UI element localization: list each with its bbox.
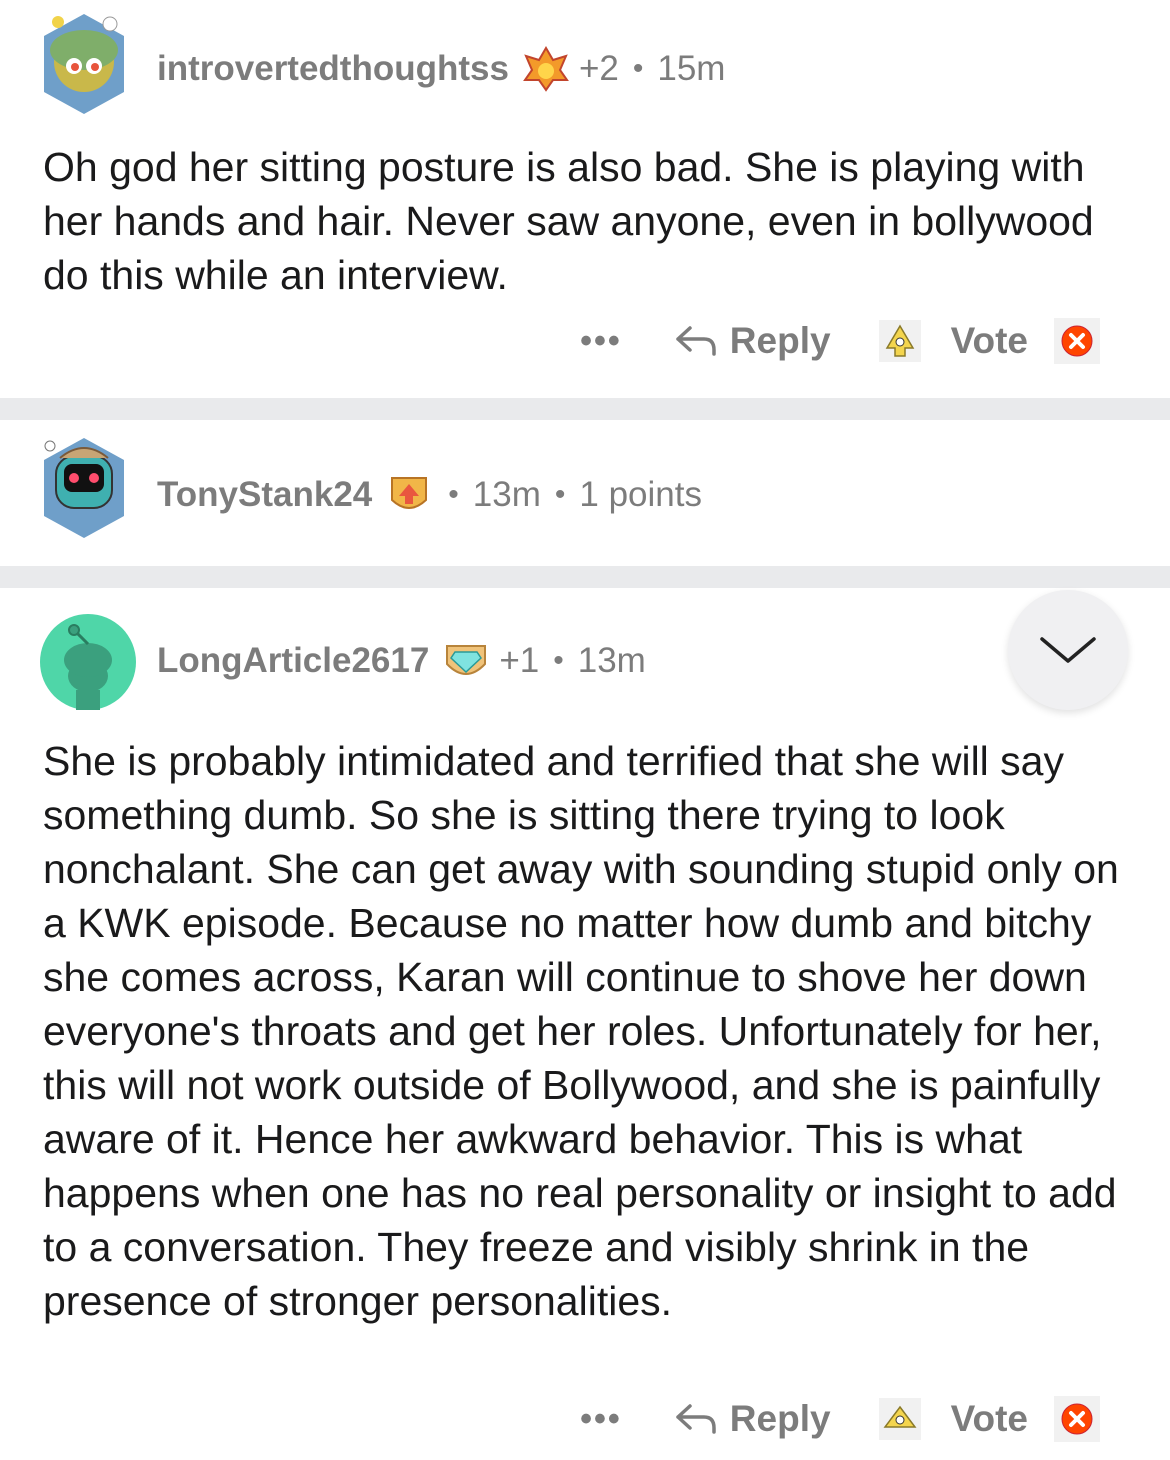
separator: • <box>553 644 564 677</box>
award-icon[interactable] <box>386 472 432 518</box>
comment-meta: TonyStank24 • 13m • 1 points <box>157 472 702 518</box>
comment-meta: introvertedthoughtss +2 • 15m <box>157 46 725 92</box>
reply-button[interactable]: Reply <box>674 1398 831 1440</box>
comment-2[interactable]: TonyStank24 • 13m • 1 points <box>0 420 1170 566</box>
reply-arrow-icon <box>676 326 716 356</box>
points: 1 points <box>579 475 702 514</box>
comment-meta: LongArticle2617 +1 • 13m <box>157 638 646 684</box>
username[interactable]: TonyStank24 <box>157 475 372 515</box>
downvote-icon[interactable] <box>1054 1396 1100 1442</box>
award-icon[interactable] <box>443 638 489 684</box>
more-options-button[interactable]: ••• <box>580 322 622 361</box>
downvote-icon[interactable] <box>1054 318 1100 364</box>
comment-divider <box>0 398 1170 420</box>
upvote-icon[interactable] <box>878 1398 921 1440</box>
vote-label: Vote <box>950 1398 1028 1439</box>
username[interactable]: introvertedthoughtss <box>157 49 509 89</box>
comment-1: introvertedthoughtss +2 • 15m Oh god her… <box>0 0 1170 398</box>
award-icon[interactable] <box>523 46 569 92</box>
user-avatar[interactable] <box>40 10 128 114</box>
vote-control: Vote <box>878 318 1100 364</box>
comment-body: She is probably intimidated and terrifie… <box>43 738 1119 1324</box>
reply-arrow-icon <box>676 1404 716 1434</box>
user-avatar[interactable] <box>40 428 128 538</box>
more-options-button[interactable]: ••• <box>580 1400 622 1439</box>
score: +2 <box>578 49 619 88</box>
timestamp: 15m <box>657 49 726 88</box>
timestamp: 13m <box>472 475 541 514</box>
user-avatar[interactable] <box>40 614 136 710</box>
vote-control: Vote <box>878 1396 1100 1442</box>
reply-label: Reply <box>729 1398 831 1439</box>
separator: • <box>554 478 566 511</box>
vote-label: Vote <box>950 320 1028 361</box>
separator: • <box>632 52 644 85</box>
score: +1 <box>499 641 540 680</box>
upvote-icon[interactable] <box>878 320 921 362</box>
reply-button[interactable]: Reply <box>674 320 831 362</box>
timestamp: 13m <box>577 641 646 680</box>
separator: • <box>448 478 459 511</box>
comment-divider <box>0 566 1170 588</box>
comment-actions: ••• Reply Vote <box>580 1396 1100 1442</box>
chevron-down-icon <box>1040 637 1096 663</box>
comment-3: LongArticle2617 +1 • 13m She is probably… <box>0 588 1170 1460</box>
username[interactable]: LongArticle2617 <box>157 641 429 681</box>
comment-actions: ••• Reply Vote <box>580 318 1100 364</box>
reply-label: Reply <box>729 320 831 361</box>
collapse-thread-button[interactable] <box>1008 590 1128 710</box>
comment-body: Oh god her sitting posture is also bad. … <box>43 144 1094 298</box>
